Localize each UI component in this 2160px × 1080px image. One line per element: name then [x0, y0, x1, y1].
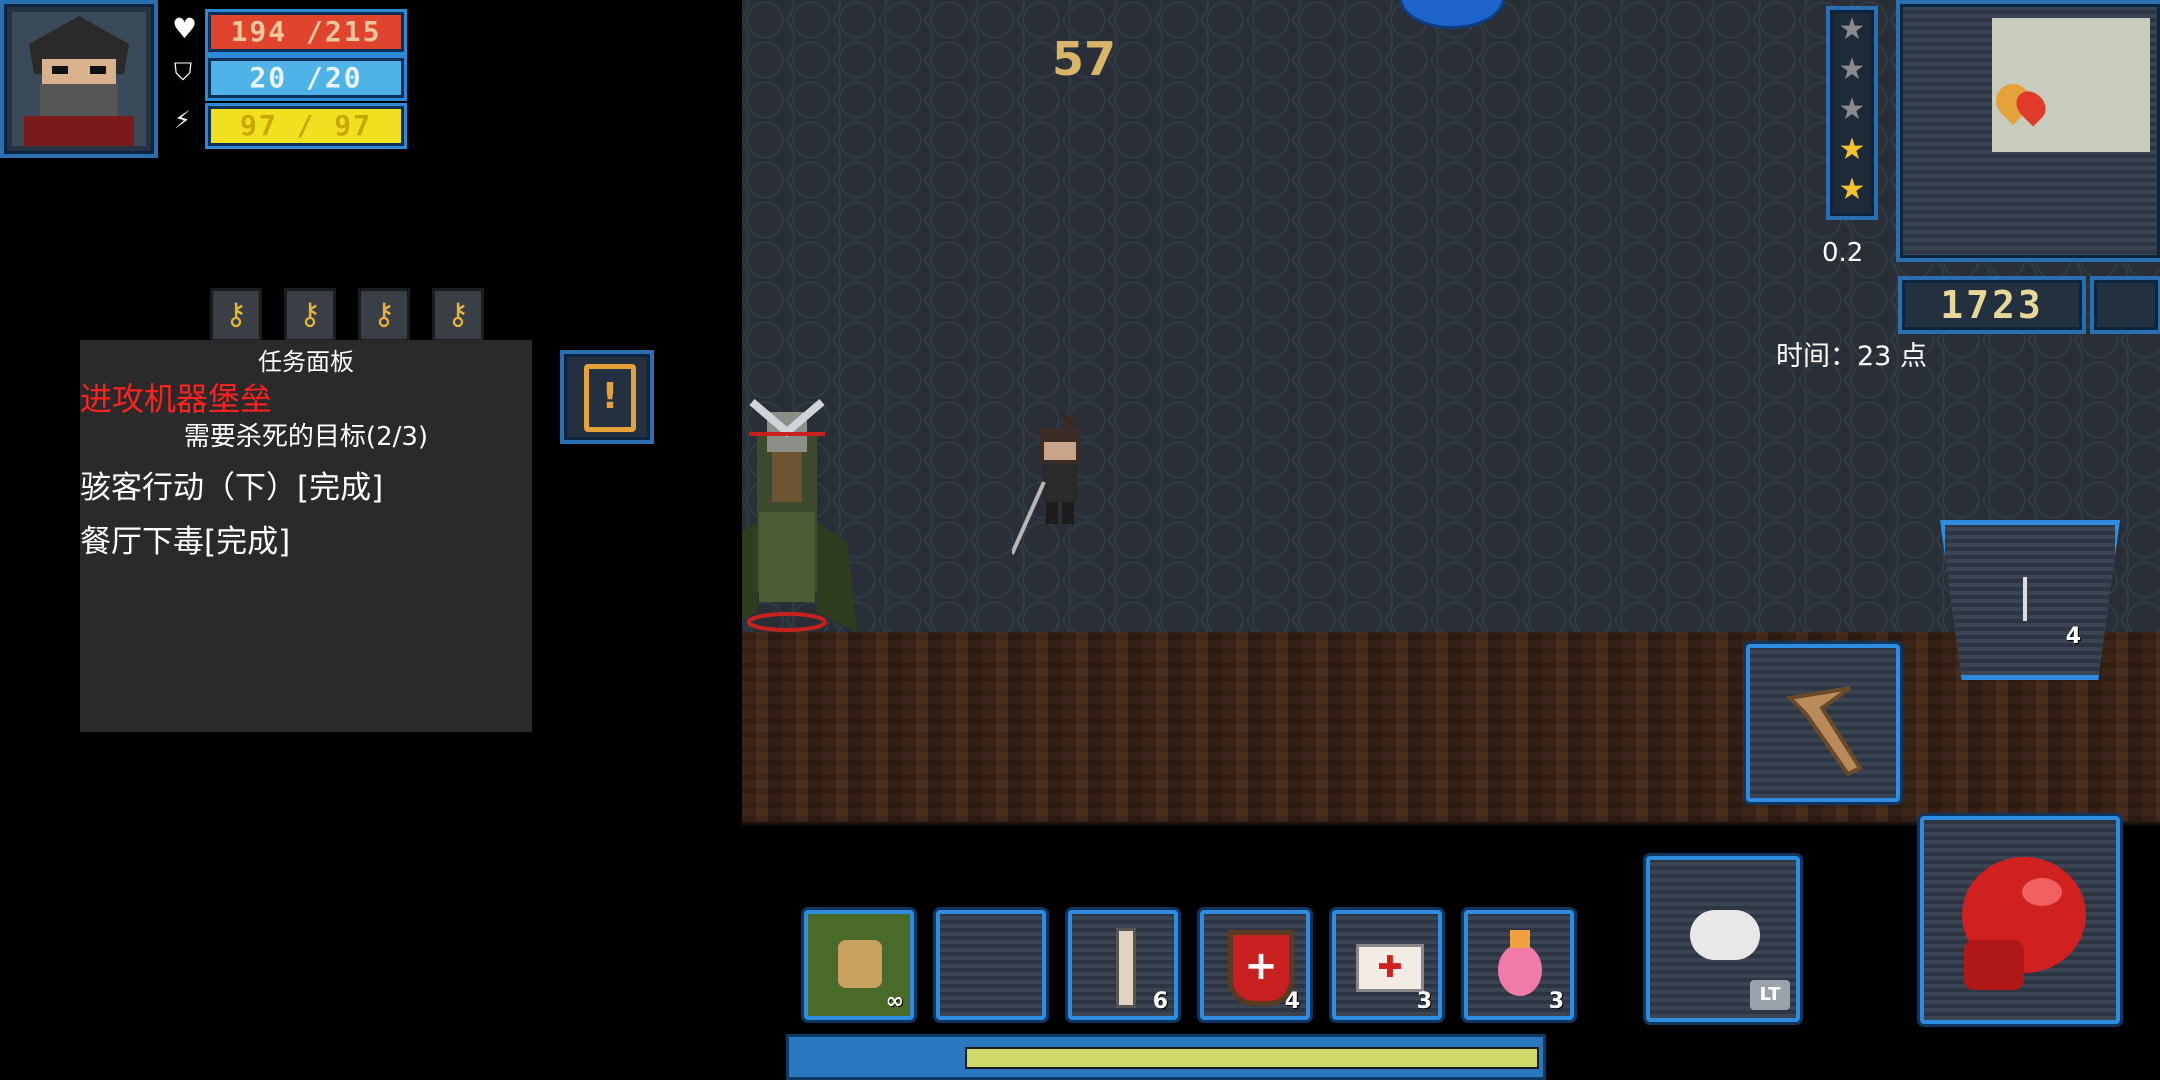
quest-panel-title: 任务面板 [258, 348, 354, 376]
gold-counter: 1723 [1898, 276, 2086, 334]
star-meter: ★ ★ ★ ★ ★ [1826, 6, 1878, 220]
hotbar-slot[interactable]: 6 [1068, 910, 1178, 1020]
ninja-portrait-icon [12, 12, 146, 146]
boomerang-icon [1785, 686, 1863, 777]
experience-fill [965, 1047, 1539, 1069]
combo-counter: 57 [1052, 32, 1117, 86]
boomerang-button[interactable] [1746, 644, 1900, 802]
slot-count: 3 [1416, 989, 1432, 1014]
quest-document-icon: ! [584, 364, 636, 432]
hotbar-slot[interactable]: + 4 [1200, 910, 1310, 1020]
time-label: 时间：23 点 [1776, 341, 1927, 372]
syringe-icon [1116, 928, 1136, 1008]
medkit-icon: ✚ [1356, 944, 1424, 992]
backpack-icon [838, 940, 882, 988]
star-empty-icon: ★ [1838, 12, 1866, 47]
key-icon: ⚷ [284, 288, 336, 342]
boxing-glove-icon [1962, 857, 2086, 990]
minimap[interactable] [1896, 0, 2160, 262]
potion-icon [1498, 944, 1542, 996]
gold-icon-slot [2090, 276, 2160, 334]
quest-item: 餐厅下毒[完成] [80, 524, 291, 560]
key-icon: ⚷ [358, 288, 410, 342]
slot-count: 4 [1284, 989, 1300, 1014]
slot-count: 6 [1152, 989, 1168, 1014]
robot-enemy[interactable] [742, 392, 887, 642]
weapon-slot[interactable]: 4 [1940, 520, 2120, 680]
experience-bar [786, 1034, 1546, 1080]
key-icon: ⚷ [210, 288, 262, 342]
hotbar: ∞ 6 + 4 ✚ 3 3 [804, 910, 1574, 1020]
keys-row: ⚷ ⚷ ⚷ ⚷ [210, 288, 484, 342]
quest-item: 骇客行动（下）[完成] [80, 470, 384, 506]
hotbar-slot[interactable]: 3 [1464, 910, 1574, 1020]
slot-count: ∞ [885, 989, 904, 1014]
quest-objective: 需要杀死的目标(2/3) [183, 422, 429, 452]
star-empty-icon: ★ [1838, 52, 1866, 87]
key-icon: ⚷ [432, 288, 484, 342]
slot-count: 3 [1548, 989, 1564, 1014]
potion-cap [1510, 930, 1530, 948]
energy-icon: ⚡ [174, 106, 191, 134]
star-filled-icon: ★ [1838, 132, 1866, 167]
star-empty-icon: ★ [1838, 92, 1866, 127]
shield-icon: ⛉ [174, 58, 192, 86]
energy-bar: 97 / 97 [208, 106, 404, 146]
mission-name: 进攻机器堡垒 [80, 380, 273, 418]
blade-icon [2023, 577, 2027, 621]
gold-amount: 1723 [1940, 283, 2044, 327]
cloud-skill-icon [1690, 910, 1760, 960]
hotbar-slot[interactable]: ✚ 3 [1332, 910, 1442, 1020]
skill-button[interactable]: LT [1646, 856, 1800, 1022]
player-portrait-frame[interactable] [0, 0, 158, 158]
hotbar-slot[interactable]: ∞ [804, 910, 914, 1020]
multiplier-label: 0.2 [1822, 238, 1864, 268]
dirt-wall [742, 632, 2160, 825]
hotbar-slot[interactable] [936, 910, 1046, 1020]
player-character [1012, 412, 1080, 555]
shield-bar: 20 /20 [208, 58, 404, 98]
hp-bar: 194 /215 [208, 12, 404, 52]
heart-icon: ♥ [172, 12, 198, 45]
lt-badge: LT [1750, 980, 1790, 1010]
attack-button[interactable] [1920, 816, 2120, 1024]
star-filled-icon: ★ [1838, 172, 1866, 207]
quest-toggle-button[interactable]: ! [560, 350, 654, 444]
weapon-count: 4 [2065, 624, 2081, 649]
quest-panel[interactable]: 任务面板 进攻机器堡垒 需要杀死的目标(2/3) 骇客行动（下）[完成] 餐厅下… [80, 340, 532, 732]
